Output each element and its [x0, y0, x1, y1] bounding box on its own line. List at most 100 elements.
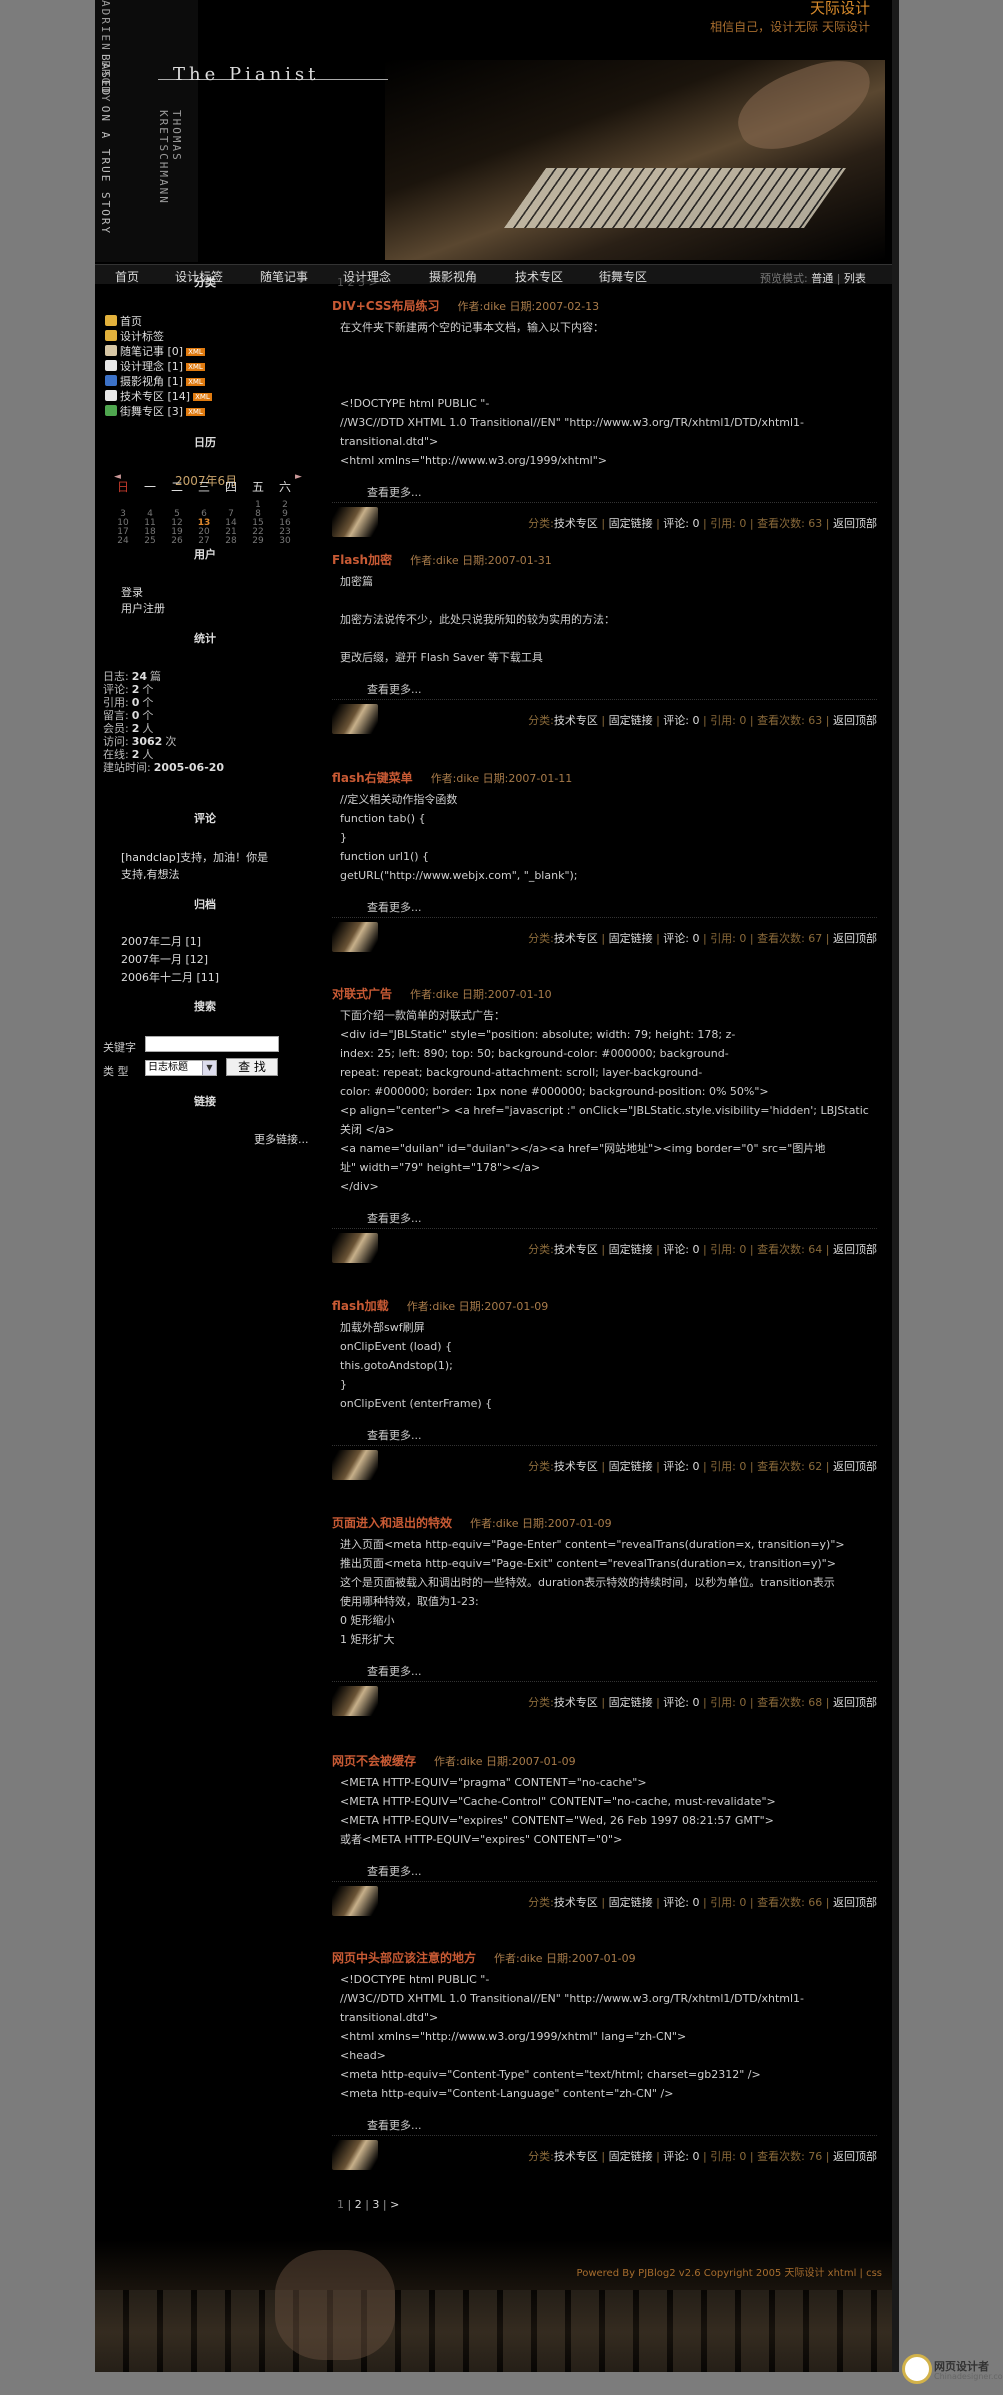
- post-footer-category[interactable]: 技术专区: [554, 1696, 598, 1709]
- watermark-badge: 网页设计者 Chinadesigner.com: [902, 2350, 1003, 2390]
- read-more-link[interactable]: 查看更多...: [367, 681, 422, 697]
- post-title[interactable]: Flash加密 作者:dike 日期:2007-01-31: [332, 551, 552, 568]
- search-input[interactable]: [145, 1036, 279, 1052]
- category-item[interactable]: 技术专区 [14] XML: [105, 388, 212, 403]
- pagination-top[interactable]: 1 2 3 >: [337, 276, 378, 289]
- calendar-day[interactable]: 25: [140, 536, 160, 546]
- read-more-link[interactable]: 查看更多...: [367, 484, 422, 500]
- nav-item-dance[interactable]: 街舞专区: [599, 268, 647, 285]
- nav-item-photography[interactable]: 摄影视角: [429, 268, 477, 285]
- search-type-select[interactable]: 日志标题 ▼: [145, 1060, 217, 1076]
- nav-item-tech[interactable]: 技术专区: [515, 268, 563, 285]
- post-footer-category[interactable]: 技术专区: [554, 932, 598, 945]
- header-brand[interactable]: 天际设计: [810, 0, 870, 18]
- post-title-text[interactable]: 网页不会被缓存: [332, 1754, 416, 1768]
- category-item[interactable]: 设计理念 [1] XML: [105, 358, 205, 373]
- read-more-link[interactable]: 查看更多...: [367, 2117, 422, 2133]
- archive-item[interactable]: 2007年一月 [12]: [121, 951, 208, 967]
- post-title[interactable]: 对联式广告 作者:dike 日期:2007-01-10: [332, 985, 552, 1002]
- read-more-link[interactable]: 查看更多...: [367, 1663, 422, 1679]
- post-title-text[interactable]: Flash加密: [332, 553, 392, 567]
- rss-icon[interactable]: XML: [186, 408, 205, 416]
- post-footer-views: 查看次数: 62: [757, 1460, 823, 1473]
- view-mode-normal[interactable]: 普通: [811, 272, 833, 285]
- recent-comment[interactable]: 支持,有想法: [121, 866, 180, 882]
- post-title[interactable]: flash右键菜单 作者:dike 日期:2007-01-11: [332, 769, 572, 786]
- recent-comment[interactable]: [handclap]支持，加油！你是: [121, 849, 268, 865]
- post-footer-permalink[interactable]: 固定链接: [609, 1696, 653, 1709]
- post-footer-category[interactable]: 技术专区: [554, 2150, 598, 2163]
- post-footer-category[interactable]: 技术专区: [554, 1896, 598, 1909]
- calendar-day[interactable]: 28: [221, 536, 241, 546]
- calendar-day[interactable]: 24: [113, 536, 133, 546]
- post-footer-top[interactable]: 返回顶部: [833, 1243, 877, 1256]
- page-next[interactable]: >: [390, 2198, 399, 2211]
- post-footer-permalink[interactable]: 固定链接: [609, 932, 653, 945]
- archive-item[interactable]: 2006年十二月 [11]: [121, 969, 219, 985]
- category-item[interactable]: 摄影视角 [1] XML: [105, 373, 205, 388]
- search-keyword-label: 关键字: [103, 1041, 136, 1054]
- category-item[interactable]: 设计标签: [105, 328, 164, 343]
- view-mode-list[interactable]: 列表: [844, 272, 866, 285]
- read-more-link[interactable]: 查看更多...: [367, 899, 422, 915]
- category-item[interactable]: 首页: [105, 313, 142, 328]
- rss-icon[interactable]: XML: [186, 363, 205, 371]
- read-more-link[interactable]: 查看更多...: [367, 1863, 422, 1879]
- calendar-day[interactable]: 30: [275, 536, 295, 546]
- post-title-text[interactable]: DIV+CSS布局练习: [332, 299, 440, 313]
- post-title[interactable]: 网页不会被缓存 作者:dike 日期:2007-01-09: [332, 1752, 576, 1769]
- rss-icon[interactable]: XML: [186, 348, 205, 356]
- category-item[interactable]: 随笔记事 [0] XML: [105, 343, 205, 358]
- post-body-line: <div id="JBLStatic" style="position: abs…: [340, 1028, 736, 1041]
- post-title[interactable]: 网页中头部应该注意的地方 作者:dike 日期:2007-01-09: [332, 1949, 636, 1966]
- post-footer-comments: 评论: 0: [663, 517, 700, 530]
- post-body-line: onClipEvent (load) {: [340, 1340, 453, 1353]
- read-more-link[interactable]: 查看更多...: [367, 1427, 422, 1443]
- post-footer-category[interactable]: 技术专区: [554, 1243, 598, 1256]
- post-footer-top[interactable]: 返回顶部: [833, 2150, 877, 2163]
- archive-item[interactable]: 2007年二月 [1]: [121, 933, 201, 949]
- post-body-line: <html xmlns="http://www.w3.org/1999/xhtm…: [340, 454, 607, 467]
- calendar-day[interactable]: 27: [194, 536, 214, 546]
- register-link[interactable]: 用户注册: [121, 600, 165, 616]
- page-link[interactable]: 2: [355, 2198, 362, 2211]
- page-link[interactable]: 3: [372, 2198, 379, 2211]
- rss-icon[interactable]: XML: [193, 393, 212, 401]
- search-button[interactable]: 查 找: [226, 1058, 278, 1076]
- post-title-text[interactable]: 页面进入和退出的特效: [332, 1516, 452, 1530]
- login-link[interactable]: 登录: [121, 584, 143, 600]
- post-body: 加密篇 加密方法说传不少，此处只说我所知的较为实用的方法： 更改后缀，避开 Flas…: [340, 572, 880, 667]
- calendar-day[interactable]: 26: [167, 536, 187, 546]
- post-footer-top[interactable]: 返回顶部: [833, 1696, 877, 1709]
- calendar-next[interactable]: ►: [295, 472, 302, 482]
- post-footer-permalink[interactable]: 固定链接: [609, 2150, 653, 2163]
- post-title-text[interactable]: 对联式广告: [332, 987, 392, 1001]
- post-footer-permalink[interactable]: 固定链接: [609, 1896, 653, 1909]
- post-title-text[interactable]: flash加载: [332, 1299, 389, 1313]
- category-item[interactable]: 街舞专区 [3] XML: [105, 403, 205, 418]
- post-title[interactable]: DIV+CSS布局练习 作者:dike 日期:2007-02-13: [332, 297, 599, 314]
- post-footer-permalink[interactable]: 固定链接: [609, 517, 653, 530]
- post-title-text[interactable]: flash右键菜单: [332, 771, 413, 785]
- post-footer-category[interactable]: 技术专区: [554, 517, 598, 530]
- post-title-text[interactable]: 网页中头部应该注意的地方: [332, 1951, 476, 1965]
- post-footer-category[interactable]: 技术专区: [554, 714, 598, 727]
- post-body-line: //定义相关动作指令函数: [340, 793, 458, 806]
- post-footer-top[interactable]: 返回顶部: [833, 517, 877, 530]
- more-links[interactable]: 更多链接...: [254, 1131, 309, 1147]
- post-footer-top[interactable]: 返回顶部: [833, 932, 877, 945]
- post-title[interactable]: 页面进入和退出的特效 作者:dike 日期:2007-01-09: [332, 1514, 612, 1531]
- post-footer-top[interactable]: 返回顶部: [833, 714, 877, 727]
- post-footer-top[interactable]: 返回顶部: [833, 1896, 877, 1909]
- calendar-weekday: 日: [117, 480, 130, 494]
- read-more-link[interactable]: 查看更多...: [367, 1210, 422, 1226]
- post-footer-permalink[interactable]: 固定链接: [609, 714, 653, 727]
- post-footer-category[interactable]: 技术专区: [554, 1460, 598, 1473]
- post-title[interactable]: flash加载 作者:dike 日期:2007-01-09: [332, 1297, 548, 1314]
- post-footer-permalink[interactable]: 固定链接: [609, 1243, 653, 1256]
- calendar-day[interactable]: 29: [248, 536, 268, 546]
- rss-icon[interactable]: XML: [186, 378, 205, 386]
- post-footer-permalink[interactable]: 固定链接: [609, 1460, 653, 1473]
- post-footer: 分类:技术专区 | 固定链接 | 评论: 0 | 引用: 0 | 查看次数: 6…: [332, 917, 877, 955]
- post-footer-top[interactable]: 返回顶部: [833, 1460, 877, 1473]
